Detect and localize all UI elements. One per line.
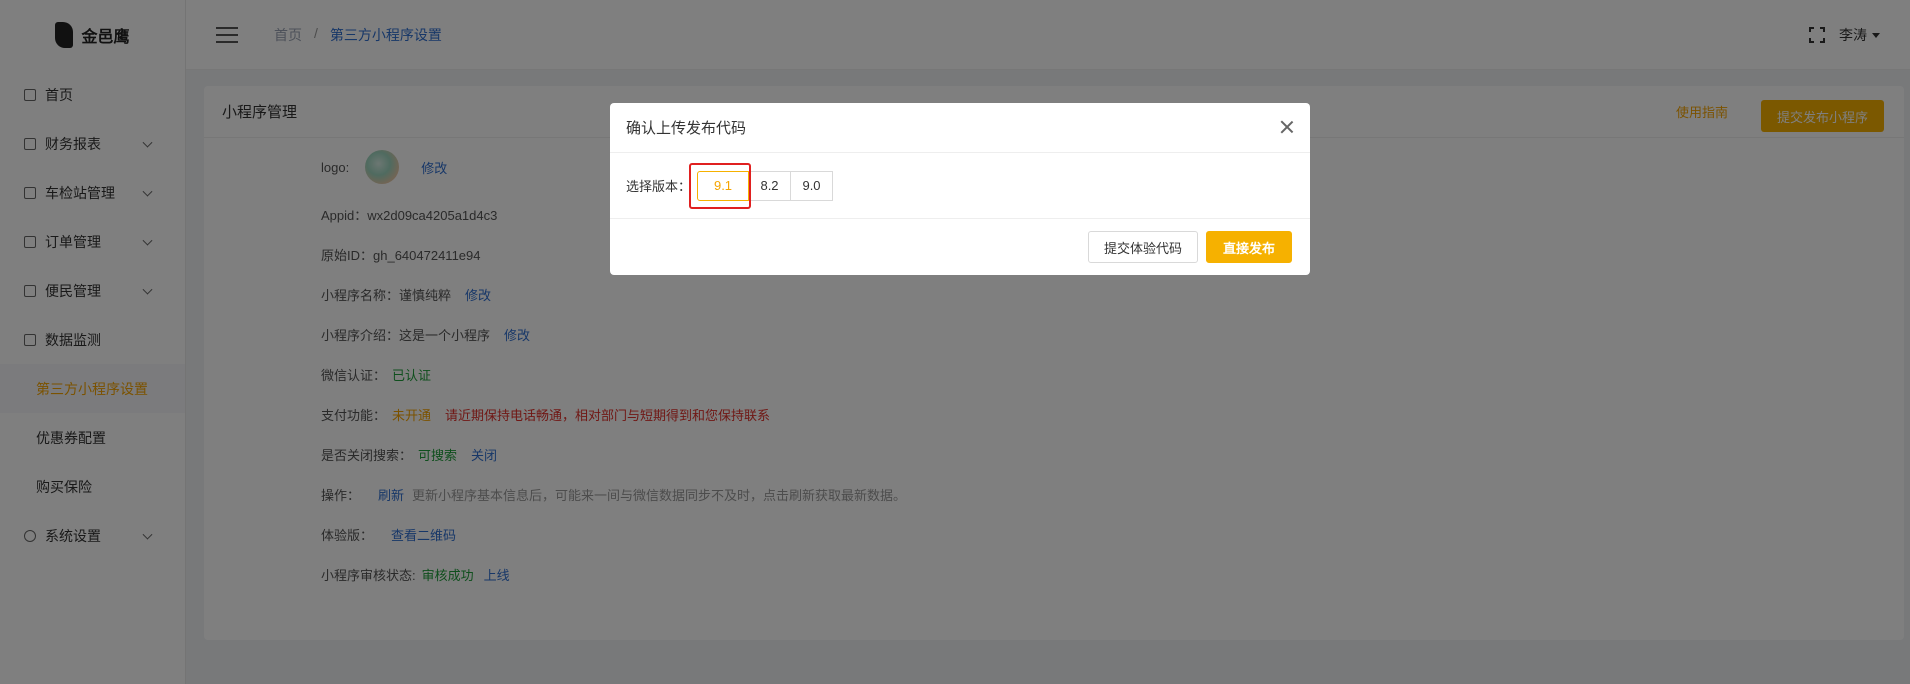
version-option-9-1[interactable]: 9.1: [697, 170, 750, 201]
version-option-8-2[interactable]: 8.2: [748, 170, 792, 201]
confirm-upload-modal: 确认上传发布代码 选择版本： 9.1 8.2 9.0 提交体验代码 直接发布: [610, 103, 1310, 275]
version-label: 选择版本：: [626, 179, 692, 194]
modal-footer: 提交体验代码 直接发布: [610, 219, 1310, 275]
modal-title: 确认上传发布代码: [626, 120, 747, 137]
version-selector: 9.1 8.2 9.0: [689, 162, 834, 209]
modal-header: 确认上传发布代码: [610, 103, 1310, 153]
submit-trial-code-button[interactable]: 提交体验代码: [1087, 231, 1198, 263]
publish-direct-button[interactable]: 直接发布: [1205, 231, 1292, 263]
version-option-9-0[interactable]: 9.0: [790, 170, 834, 201]
modal-body: 选择版本： 9.1 8.2 9.0: [610, 153, 1310, 219]
close-icon[interactable]: [1280, 120, 1294, 134]
